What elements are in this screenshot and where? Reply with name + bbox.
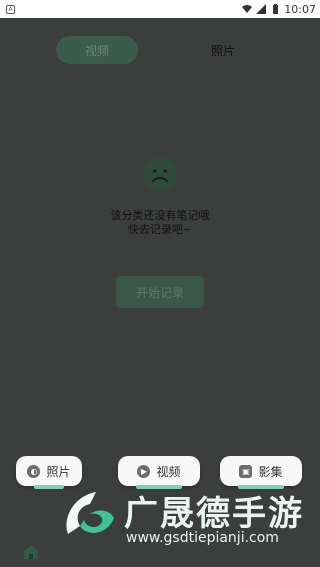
tab-photo[interactable]: 照片	[198, 36, 248, 64]
watermark: 广晟德手游 www.gsdtiepianji.com	[60, 482, 320, 562]
tab-video[interactable]: 视频	[56, 36, 138, 64]
category-album-label: 影集	[258, 464, 283, 479]
brand-logo-icon	[66, 492, 114, 534]
status-time: 10:07	[284, 2, 316, 16]
home-icon[interactable]	[22, 543, 40, 561]
album-icon: ▣	[239, 464, 253, 478]
signal-icon	[256, 4, 267, 14]
wifi-icon	[242, 5, 253, 13]
brand-name: 广晟德手游	[124, 494, 304, 534]
category-video-label: 视频	[156, 464, 181, 479]
play-icon: ▶	[137, 464, 151, 478]
sad-face-icon	[143, 157, 177, 191]
start-record-button[interactable]: 开始记录	[116, 276, 204, 308]
empty-message-line1: 该分类还没有笔记哦	[110, 209, 210, 222]
photo-icon: ◐	[27, 464, 41, 478]
status-icons: 10:07	[242, 3, 316, 16]
app-badge-icon: A	[6, 4, 15, 14]
battery-icon	[273, 4, 279, 14]
status-bar: A 10:07	[0, 0, 320, 18]
empty-message-line2: 快去记录吧~	[127, 223, 193, 236]
category-photo-label: 照片	[46, 464, 71, 479]
empty-message: 该分类还没有笔记哦 快去记录吧~	[60, 209, 260, 237]
brand-url: www.gsdtiepianji.com	[126, 530, 279, 546]
